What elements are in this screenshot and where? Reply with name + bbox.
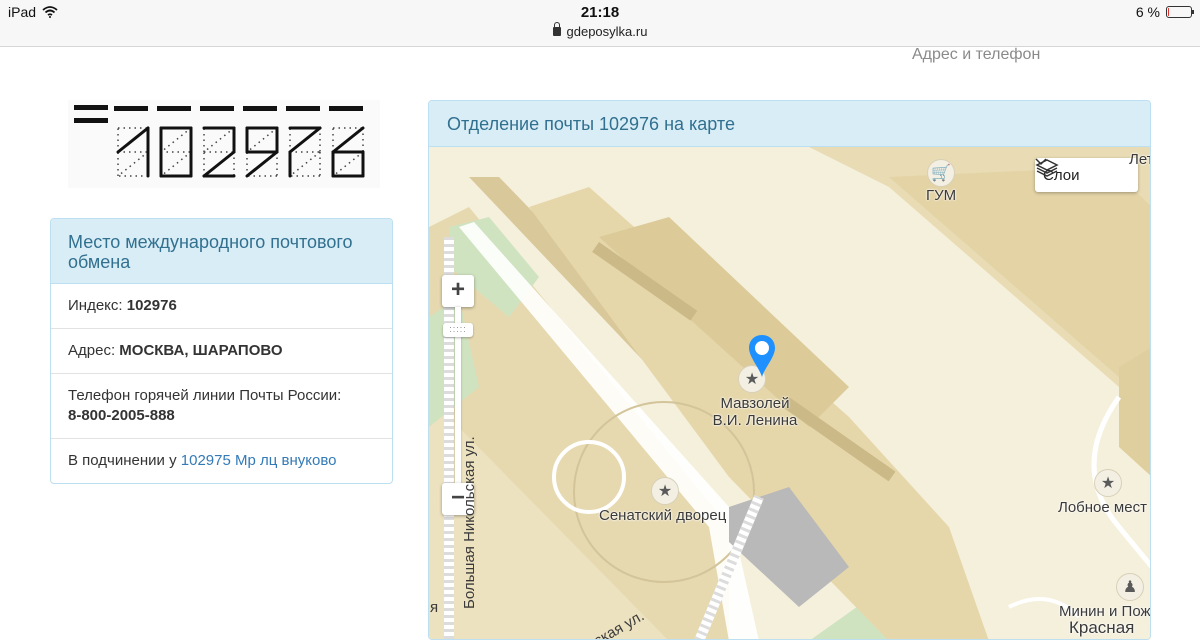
office-info-panel: Место международного почтового обмена Ин… [50, 218, 393, 484]
contact-link[interactable]: Адрес и телефон [912, 46, 1040, 64]
mausoleum-line1: Мавзолей [720, 395, 790, 412]
parent-label: В подчинении у [68, 452, 177, 469]
postcode-bar [243, 106, 277, 111]
location-marker-icon [749, 335, 775, 377]
street-nikolskaya: Большая Никольская ул. [461, 436, 478, 609]
map-canvas[interactable]: + ::::: − Слои 🛒 ГУМ Лет ★ Мавзолей В.И.… [429, 147, 1150, 639]
address-row: Адрес: МОСКВА, ШАРАПОВО [51, 329, 392, 374]
lobnoe-star-icon[interactable]: ★ [1094, 469, 1122, 497]
phone-label: Телефон горячей линии Почты России: [68, 387, 342, 404]
office-type-title: Место международного почтового обмена [51, 219, 392, 284]
battery-percent: 6 % [1135, 4, 1160, 20]
chevron-down-icon [1035, 158, 1047, 166]
map-title: Отделение почты 102976 на карте [429, 101, 1150, 147]
postcode-graphic [68, 100, 380, 188]
address-label: Адрес: [68, 342, 116, 359]
address-bar[interactable]: gdeposylka.ru [0, 22, 1200, 39]
zoom-slider-handle[interactable]: ::::: [443, 323, 473, 337]
street-edge-ya: я [430, 599, 439, 616]
map-label-top-let: Лет [1129, 151, 1150, 168]
battery-icon [1166, 6, 1194, 18]
index-row: Индекс: 102976 [51, 284, 392, 329]
status-right: 6 % [1135, 4, 1194, 20]
map-panel: Отделение почты 102976 на карте +::::: … [428, 100, 1151, 640]
map-label-gum: ГУМ [926, 187, 957, 204]
parent-office-link[interactable]: 102975 Мр лц внуково [181, 452, 337, 469]
postcode-bar [114, 106, 148, 111]
map-graphics [429, 147, 1150, 639]
battery-level [1168, 8, 1169, 16]
parent-office-row: В подчинении у 102975 Мр лц внуково [51, 439, 392, 483]
map-label-mausoleum: Мавзолей В.И. Ленина [705, 395, 805, 429]
phone-value: 8-800-2005-888 [68, 407, 175, 424]
postcode-bar [157, 106, 191, 111]
senate-star-icon[interactable]: ★ [651, 477, 679, 505]
zoom-in-button[interactable]: + [442, 275, 474, 307]
phone-row: Телефон горячей линии Почты России: 8-80… [51, 374, 392, 439]
map-label-senate: Сенатский дворец [599, 507, 727, 524]
mausoleum-line2: В.И. Ленина [712, 412, 798, 429]
address-value: МОСКВА, ШАРАПОВО [119, 342, 283, 359]
postcode-bar [286, 106, 320, 111]
lock-icon [552, 22, 561, 36]
clock: 21:18 [580, 4, 620, 21]
index-label: Индекс: [68, 297, 123, 314]
postcode-bar [200, 106, 234, 111]
map-label-lobnoe: Лобное мест [1058, 499, 1147, 516]
layers-button[interactable]: Слои [1035, 158, 1138, 192]
shopping-cart-icon[interactable]: 🛒 [927, 159, 955, 187]
monument-icon[interactable]: ♟ [1116, 573, 1144, 601]
index-value: 102976 [126, 297, 177, 314]
postcode-bar [329, 106, 363, 111]
status-bar: iPad 21:18 gdeposylka.ru 6 % [0, 0, 1200, 47]
url-text: gdeposylka.ru [566, 24, 648, 39]
